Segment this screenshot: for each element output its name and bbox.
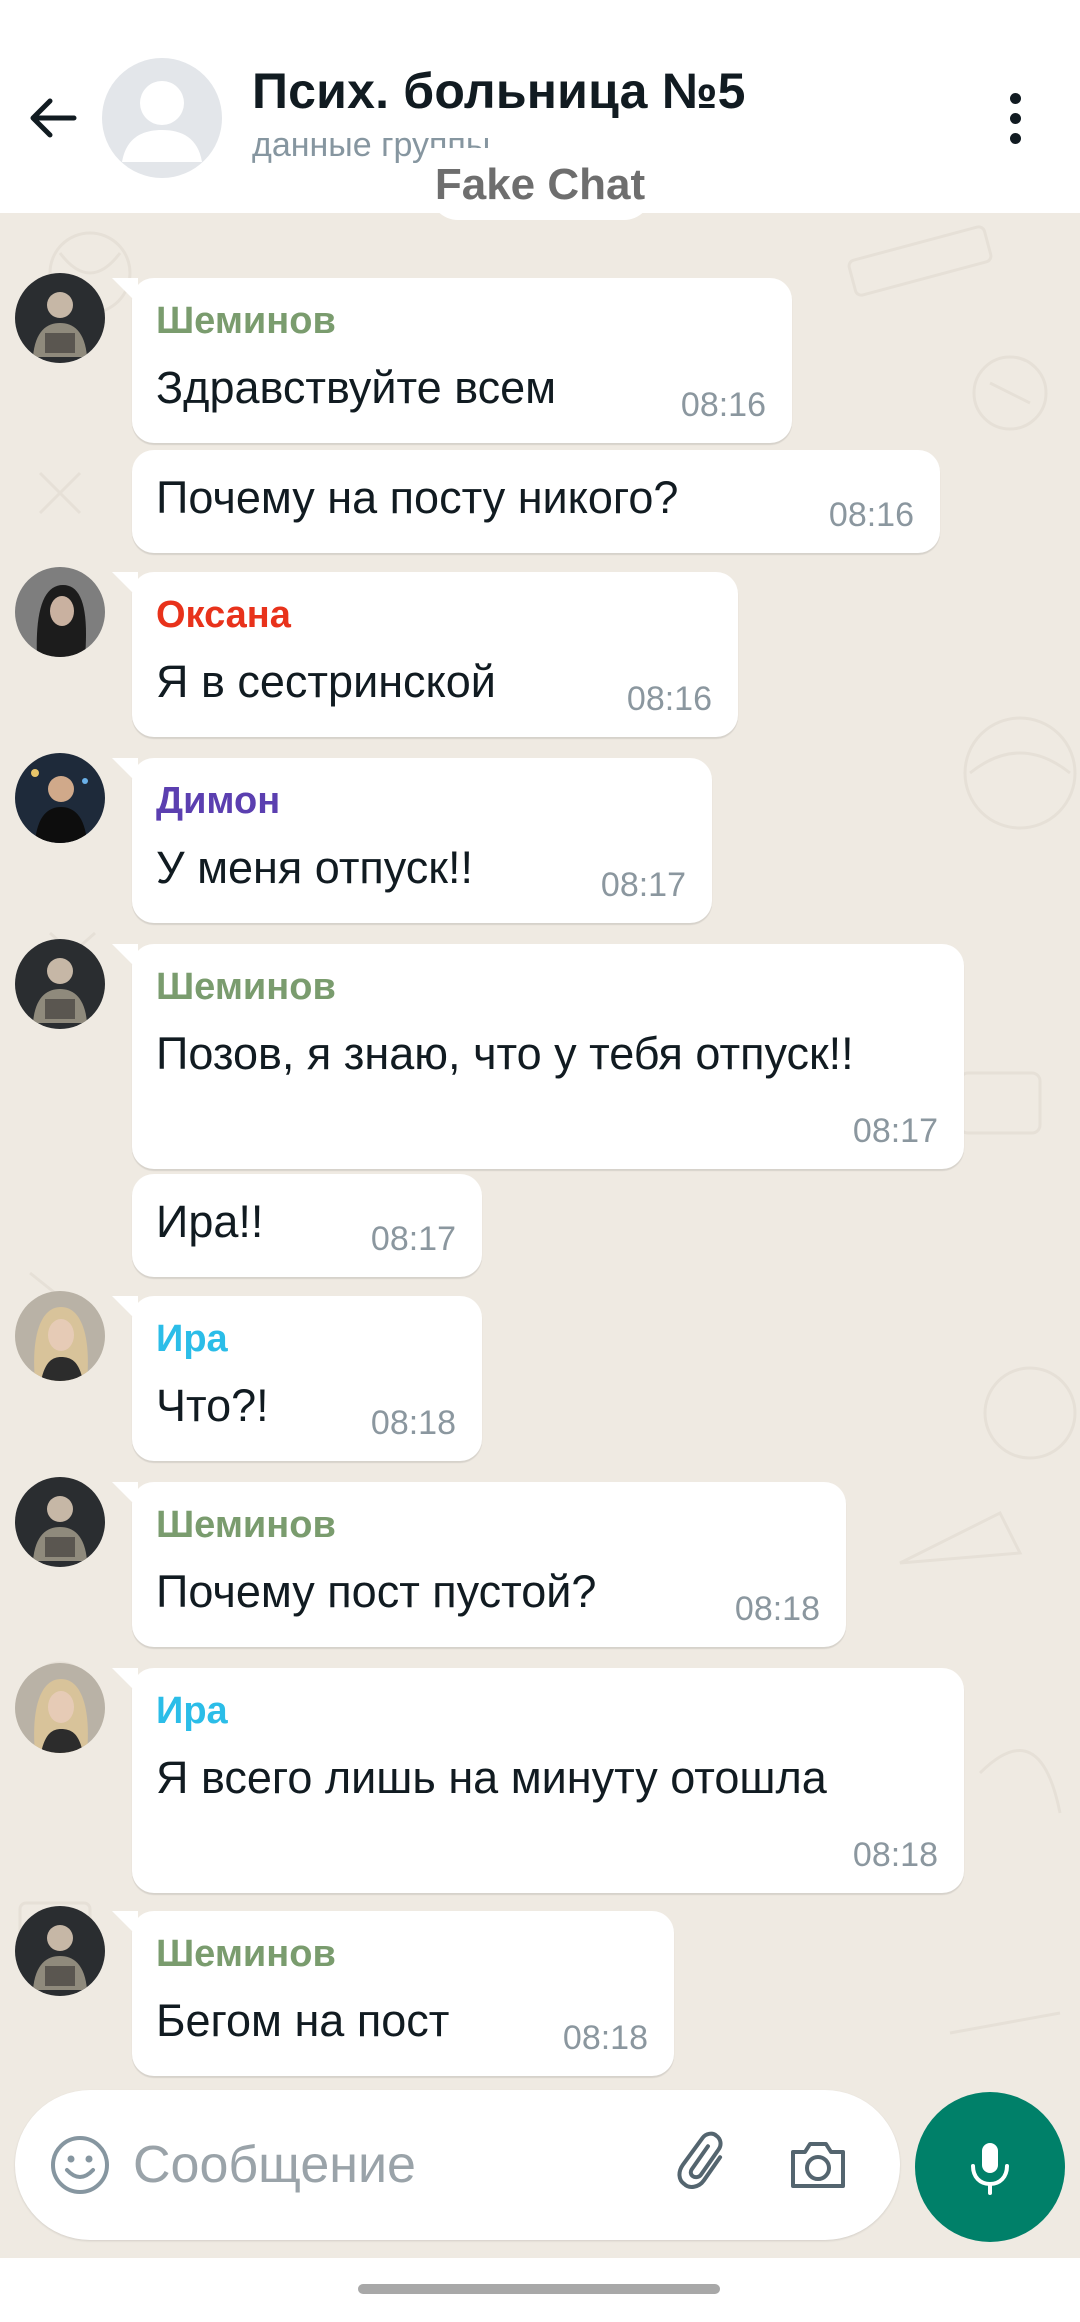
message-input[interactable] [133, 2132, 573, 2198]
message-text: Почему пост пустой? [156, 1566, 597, 1617]
sender-name: Оксана [156, 594, 291, 636]
voice-message-button[interactable] [915, 2092, 1065, 2242]
avatar-photo [15, 1291, 105, 1381]
message-bubble[interactable]: Димон У меня отпуск!! 08:17 [112, 758, 712, 923]
message-time: 08:16 [680, 386, 766, 424]
avatar-sheminov[interactable] [15, 1906, 105, 1996]
sender-name: Шеминов [156, 300, 336, 342]
message-text: Ира!! [156, 1196, 264, 1247]
camera-icon [791, 2142, 845, 2188]
vertical-dots-icon [1009, 92, 1021, 104]
message-bubble[interactable]: Шеминов Почему пост пустой? 08:18 [112, 1482, 846, 1647]
chat-title[interactable]: Псих. больница №5 [252, 62, 746, 120]
avatar-photo [15, 273, 105, 363]
message-bubble[interactable]: Оксана Я в сестринской 08:16 [112, 572, 738, 737]
more-options-button[interactable] [985, 88, 1045, 148]
message-text: Я всего лишь на минуту отошла [156, 1752, 827, 1803]
message-text: Что?! [156, 1380, 269, 1431]
back-button[interactable] [22, 88, 82, 148]
message-text: У меня отпуск!! [156, 842, 473, 893]
avatar-oksana[interactable] [15, 567, 105, 657]
message-time: 08:17 [600, 866, 686, 904]
avatar-photo [15, 567, 105, 657]
message-text: Здравствуйте всем [156, 362, 557, 413]
avatar-sheminov[interactable] [15, 1477, 105, 1567]
message-bubble[interactable]: Ира!! 08:17 [132, 1174, 482, 1277]
avatar-photo [15, 1906, 105, 1996]
message-text: Бегом на пост [156, 1995, 450, 2046]
message-time: 08:18 [370, 1404, 456, 1442]
message-bubble[interactable]: Ира Что?! 08:18 [112, 1296, 482, 1461]
message-time: 08:16 [828, 496, 914, 534]
avatar-photo [15, 1663, 105, 1753]
avatar-photo [15, 939, 105, 1029]
paperclip-icon [677, 2131, 723, 2189]
vertical-dots-icon-dot [1009, 132, 1021, 144]
microphone-icon [971, 2143, 1009, 2195]
message-bubble[interactable]: Почему на посту никого? 08:16 [132, 450, 940, 553]
avatar-photo [15, 753, 105, 843]
avatar-sheminov[interactable] [15, 939, 105, 1029]
message-text: Я в сестринской [156, 656, 496, 707]
sender-name: Шеминов [156, 1933, 336, 1975]
avatar-photo [15, 1477, 105, 1567]
sender-name: Ира [156, 1690, 228, 1732]
vertical-dots-icon-dot [1009, 112, 1021, 124]
arrow-left-icon [30, 98, 77, 138]
sender-name: Шеминов [156, 1504, 336, 1546]
message-composer [15, 2090, 900, 2240]
watermark-text: Fake Chat [434, 160, 646, 209]
message-text: Позов, я знаю, что у тебя отпуск!! [156, 1028, 854, 1079]
message-bubble[interactable]: Шеминов Позов, я знаю, что у тебя отпуск… [112, 944, 964, 1169]
avatar-dimon[interactable] [15, 753, 105, 843]
message-bubble[interactable]: Шеминов Здравствуйте всем 08:16 [112, 278, 792, 443]
message-time: 08:18 [852, 1836, 938, 1874]
message-time: 08:17 [852, 1112, 938, 1150]
message-time: 08:16 [626, 680, 712, 718]
message-time: 08:18 [562, 2019, 648, 2057]
smiley-icon [51, 2136, 109, 2194]
sender-name: Димон [156, 780, 281, 822]
sender-name: Шеминов [156, 966, 336, 1008]
home-indicator[interactable] [358, 2284, 720, 2294]
message-bubble[interactable]: Ира Я всего лишь на минуту отошла 08:18 [112, 1668, 964, 1893]
message-text: Почему на посту никого? [156, 472, 679, 523]
camera-button[interactable] [785, 2132, 851, 2198]
attach-button[interactable] [671, 2130, 739, 2198]
message-time: 08:18 [734, 1590, 820, 1628]
sender-name: Ира [156, 1318, 228, 1360]
avatar-ira[interactable] [15, 1663, 105, 1753]
message-bubble[interactable]: Шеминов Бегом на пост 08:18 [112, 1911, 674, 2076]
emoji-button[interactable] [49, 2134, 111, 2196]
message-time: 08:17 [370, 1220, 456, 1258]
avatar-sheminov[interactable] [15, 273, 105, 363]
avatar-ira[interactable] [15, 1291, 105, 1381]
